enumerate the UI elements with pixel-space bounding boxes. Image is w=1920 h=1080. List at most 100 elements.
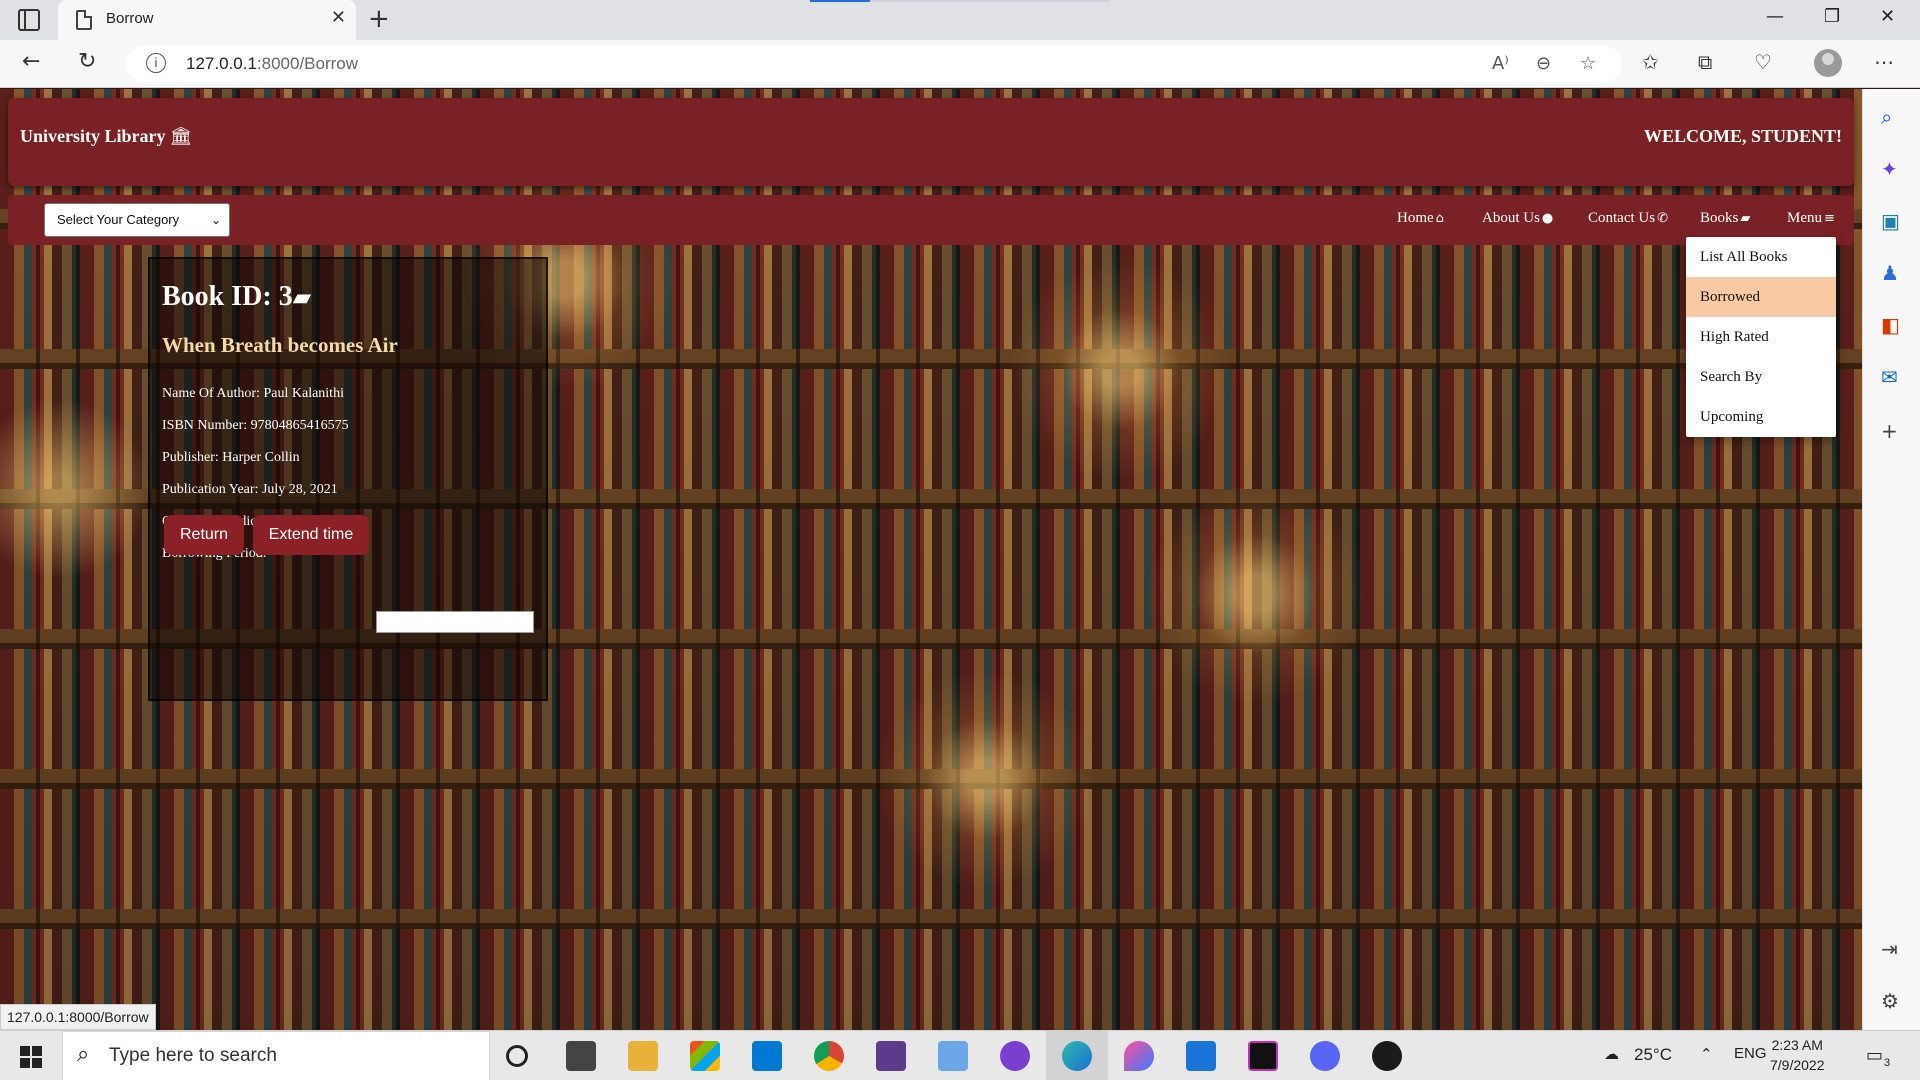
zoom-icon[interactable]: ⊖ bbox=[1536, 53, 1551, 74]
language-indicator[interactable]: ENG bbox=[1734, 1045, 1767, 1062]
sidebar-toggle-icon[interactable]: ⇥ bbox=[1881, 937, 1898, 961]
extend-time-input[interactable] bbox=[376, 611, 534, 633]
notification-icon[interactable]: ▭ bbox=[1866, 1045, 1883, 1066]
maximize-icon[interactable]: ❐ bbox=[1824, 6, 1840, 27]
discord-icon[interactable] bbox=[1310, 1041, 1340, 1071]
chrome-icon[interactable] bbox=[814, 1041, 844, 1071]
browser-tab-bar: Borrow ✕ + — ❐ ✕ bbox=[0, 0, 1920, 40]
page-icon bbox=[76, 10, 92, 30]
copilot-icon[interactable]: ✦ bbox=[1881, 157, 1898, 181]
menu-item-borrowed[interactable]: Borrowed bbox=[1686, 277, 1836, 317]
settings-more-icon[interactable]: ⋯ bbox=[1874, 50, 1894, 74]
status-url: 127.0.0.1:8000/Borrow bbox=[0, 1004, 156, 1030]
new-tab-icon[interactable]: + bbox=[368, 4, 390, 34]
cortana-icon[interactable] bbox=[506, 1045, 528, 1067]
file-explorer-icon[interactable] bbox=[628, 1041, 658, 1071]
library-icon: 🏛 bbox=[169, 126, 193, 147]
add-favorite-icon[interactable]: ☆ bbox=[1580, 53, 1596, 74]
search-icon[interactable]: ⌕ bbox=[1881, 105, 1892, 129]
tab-title: Borrow bbox=[106, 10, 154, 27]
nav-contact[interactable]: Contact Us ✆ bbox=[1588, 210, 1668, 227]
home-icon: ⌂ bbox=[1435, 211, 1444, 226]
menu-item-list-all-books[interactable]: List All Books bbox=[1686, 237, 1836, 277]
book-id-heading: Book ID: 3▰ bbox=[162, 281, 311, 313]
category-select[interactable]: Select Your Category ⌄ bbox=[44, 203, 230, 237]
site-info-icon[interactable]: i bbox=[146, 53, 166, 73]
nav-about[interactable]: About Us ● bbox=[1482, 210, 1553, 227]
nav-books[interactable]: Books ▰ bbox=[1700, 210, 1750, 227]
url-host: 127.0.0.1 bbox=[186, 54, 257, 73]
add-icon[interactable]: + bbox=[1881, 419, 1898, 443]
games-icon[interactable]: ♟ bbox=[1881, 261, 1899, 285]
edge-sidebar: ⌕ ✦ ▣ ♟ ◧ ✉ + ⇥ ⚙ bbox=[1862, 89, 1920, 1030]
nav-about-label: About Us bbox=[1482, 210, 1540, 226]
app-icon[interactable] bbox=[1372, 1041, 1402, 1071]
menu-item-upcoming[interactable]: Upcoming bbox=[1686, 397, 1836, 437]
url-text[interactable]: 127.0.0.1:8000/Borrow bbox=[186, 54, 358, 74]
office-icon[interactable]: ◧ bbox=[1881, 313, 1900, 337]
menu-item-high-rated[interactable]: High Rated bbox=[1686, 317, 1836, 357]
return-button[interactable]: Return bbox=[164, 515, 244, 555]
menu-item-search-by[interactable]: Search By bbox=[1686, 357, 1836, 397]
loading-indicator bbox=[810, 0, 1110, 2]
site-header: University Library 🏛 WELCOME, STUDENT! bbox=[8, 98, 1854, 186]
outlook-icon[interactable]: ✉ bbox=[1881, 365, 1898, 389]
tools-icon[interactable]: ▣ bbox=[1881, 209, 1900, 233]
collections-icon[interactable]: ⧉ bbox=[1698, 50, 1712, 74]
browser-essentials-icon[interactable]: ♡ bbox=[1754, 50, 1772, 74]
extend-time-button[interactable]: Extend time bbox=[253, 515, 369, 555]
minimize-icon[interactable]: — bbox=[1766, 6, 1784, 27]
nav-menu[interactable]: Menu ≡ bbox=[1787, 210, 1835, 227]
window-close-icon[interactable]: ✕ bbox=[1880, 6, 1895, 27]
intellij-icon[interactable] bbox=[1248, 1041, 1278, 1071]
virtualbox-icon[interactable] bbox=[938, 1041, 968, 1071]
vscode-icon[interactable] bbox=[752, 1041, 782, 1071]
clock-date: 7/9/2022 bbox=[1770, 1057, 1825, 1073]
edge-icon[interactable] bbox=[1062, 1041, 1092, 1071]
page-viewport: University Library 🏛 WELCOME, STUDENT! Se… bbox=[0, 89, 1862, 1030]
chevron-up-icon[interactable]: ⌃ bbox=[1700, 1045, 1713, 1063]
user-icon: ● bbox=[1541, 211, 1554, 226]
brand[interactable]: University Library 🏛 bbox=[20, 126, 192, 147]
profile-avatar[interactable] bbox=[1814, 49, 1842, 77]
mail-icon[interactable] bbox=[1186, 1041, 1216, 1071]
address-toolbar: ← ↻ i 127.0.0.1:8000/Borrow A⁾ ⊖ ☆ ✩ ⧉ ♡… bbox=[0, 40, 1920, 88]
winrar-icon[interactable] bbox=[876, 1041, 906, 1071]
search-icon: ⌕ bbox=[77, 1042, 90, 1067]
notification-count: 3 bbox=[1884, 1057, 1891, 1069]
read-aloud-icon[interactable]: A⁾ bbox=[1492, 53, 1509, 74]
brand-title: University Library bbox=[20, 126, 166, 146]
book-publisher: Publisher: Harper Collin bbox=[162, 450, 300, 465]
tab-actions-icon[interactable] bbox=[18, 9, 40, 31]
windows-start-icon[interactable] bbox=[20, 1046, 42, 1068]
task-view-icon[interactable] bbox=[566, 1041, 596, 1071]
nav-menu-label: Menu bbox=[1787, 210, 1822, 226]
weather-icon[interactable]: ☁ bbox=[1604, 1045, 1619, 1063]
book-isbn: ISBN Number: 97804865416575 bbox=[162, 418, 349, 433]
temperature[interactable]: 25°C bbox=[1634, 1045, 1672, 1065]
close-tab-icon[interactable]: ✕ bbox=[331, 7, 346, 28]
book-card: Book ID: 3▰ When Breath becomes Air Name… bbox=[148, 257, 548, 701]
store-icon[interactable] bbox=[690, 1041, 720, 1071]
nav-home[interactable]: Home ⌂ bbox=[1397, 210, 1444, 227]
browser-tab[interactable]: Borrow ✕ bbox=[58, 0, 356, 40]
book-icon: ▰ bbox=[1740, 211, 1751, 226]
welcome-message: WELCOME, STUDENT! bbox=[1643, 126, 1842, 146]
clock[interactable]: 2:23 AM 7/9/2022 bbox=[1770, 1035, 1825, 1075]
books-dropdown: List All Books Borrowed High Rated Searc… bbox=[1686, 237, 1836, 437]
taskbar-search[interactable]: ⌕ Type here to search bbox=[62, 1031, 490, 1080]
color-picker-icon[interactable] bbox=[1124, 1041, 1154, 1071]
clock-time: 2:23 AM bbox=[1771, 1037, 1823, 1053]
book-name: When Breath becomes Air bbox=[162, 333, 398, 357]
back-icon[interactable]: ← bbox=[22, 49, 40, 74]
favorites-icon[interactable]: ✩ bbox=[1642, 50, 1659, 74]
github-icon[interactable] bbox=[1000, 1041, 1030, 1071]
hamburger-icon: ≡ bbox=[1824, 211, 1835, 226]
refresh-icon[interactable]: ↻ bbox=[78, 49, 96, 74]
chevron-down-icon: ⌄ bbox=[210, 213, 221, 227]
nav-home-label: Home bbox=[1397, 210, 1434, 226]
gear-icon[interactable]: ⚙ bbox=[1881, 989, 1899, 1013]
address-bar[interactable]: i 127.0.0.1:8000/Borrow A⁾ ⊖ ☆ bbox=[126, 46, 1622, 82]
book-author: Name Of Author: Paul Kalanithi bbox=[162, 386, 344, 401]
phone-icon: ✆ bbox=[1657, 211, 1668, 226]
